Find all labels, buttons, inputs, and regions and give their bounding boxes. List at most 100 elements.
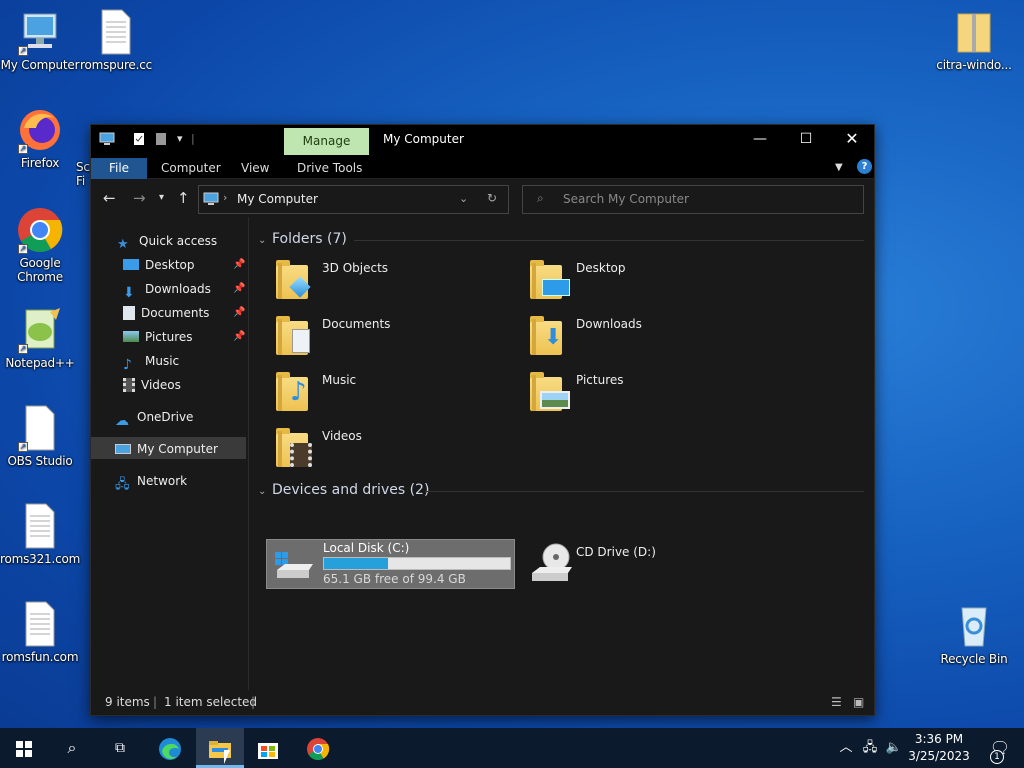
notification-count-badge: 1 [990, 750, 1004, 764]
desktop-icon-label: roms321.com [0, 552, 81, 566]
desktop-icon-recycle-bin[interactable]: Recycle Bin [934, 602, 1014, 666]
chevron-down-icon[interactable]: ⌄ [459, 192, 468, 205]
refresh-icon[interactable]: ↻ [487, 191, 497, 205]
desktop-icon-label: romspure.cc [79, 58, 153, 72]
folder-downloads[interactable]: ⬇ Downloads [522, 311, 762, 363]
customize-qat-icon[interactable]: ▾ [177, 132, 183, 148]
folder-music[interactable]: ♪ Music [268, 367, 508, 419]
folder-documents[interactable]: Documents [268, 311, 508, 363]
title-bar[interactable]: ▾ | Manage My Computer — ☐ ✕ [91, 125, 874, 155]
details-view-icon[interactable]: ☰ [831, 690, 842, 715]
folder-label: Desktop [576, 261, 626, 275]
address-bar[interactable]: › My Computer ⌄ ↻ [198, 185, 509, 214]
pin-icon[interactable]: 📌 [233, 331, 245, 342]
minimize-button[interactable]: — [737, 125, 783, 155]
text-file-icon [92, 8, 140, 56]
pin-icon[interactable]: 📌 [233, 259, 245, 270]
folders-group-header[interactable]: ⌄ Folders (7) [258, 231, 347, 247]
pin-icon[interactable]: 📌 [233, 283, 245, 294]
search-input[interactable]: ⌕ Search My Computer [522, 185, 864, 214]
window-title: My Computer [383, 132, 464, 146]
obs-icon: ↗ [16, 404, 64, 452]
folder-label: Videos [322, 429, 362, 443]
start-button[interactable] [0, 728, 48, 768]
search-icon[interactable]: ⌕ [48, 728, 96, 768]
ribbon-expand-icon[interactable]: ▼ [835, 158, 843, 179]
task-view-icon[interactable]: ⧉ [96, 728, 144, 768]
star-icon: ★ [117, 236, 129, 252]
desktop-icon-firefox[interactable]: ↗ Firefox [0, 106, 80, 170]
properties-icon[interactable] [133, 132, 145, 148]
devices-group-header[interactable]: ⌄ Devices and drives (2) [258, 482, 429, 498]
drive-cd-d[interactable]: CD Drive (D:) [522, 539, 762, 591]
sidebar-item-label: Music [145, 354, 180, 368]
desktop-icon-label: Firefox [20, 156, 60, 170]
desktop-icon-romsfun[interactable]: romsfun.com [0, 600, 80, 664]
help-icon[interactable]: ? [857, 159, 872, 174]
sidebar-item-label: Quick access [139, 234, 218, 248]
drive-free-space: 65.1 GB free of 99.4 GB [323, 572, 466, 586]
drive-local-disk-c[interactable]: Local Disk (C:) 65.1 GB free of 99.4 GB [266, 539, 515, 589]
sidebar-item-documents[interactable]: Documents [123, 302, 209, 324]
sidebar-item-desktop[interactable]: Desktop [123, 254, 195, 276]
folder-desktop[interactable]: Desktop [522, 255, 762, 307]
folder-3d-objects[interactable]: 3D Objects [268, 255, 508, 307]
recent-locations-icon[interactable]: ▾ [159, 192, 164, 203]
chrome-taskbar-icon[interactable] [294, 728, 342, 768]
sidebar-item-network[interactable]: 🖧 Network [115, 470, 187, 492]
cd-drive-icon [530, 541, 572, 585]
notepadpp-icon: ↗ [16, 306, 64, 354]
desktop-icon-chrome[interactable]: ↗ Google Chrome [0, 206, 80, 284]
film-icon [123, 377, 135, 392]
forward-icon[interactable]: → [133, 189, 146, 207]
sidebar-item-downloads[interactable]: ⬇ Downloads [123, 278, 211, 301]
desktop-icon-roms321[interactable]: roms321.com [0, 502, 80, 566]
new-folder-icon[interactable] [155, 132, 167, 148]
tab-file[interactable]: File [91, 158, 147, 179]
chevron-down-icon: ⌄ [258, 486, 267, 497]
computer-icon[interactable] [99, 132, 115, 148]
edge-icon[interactable] [146, 728, 194, 768]
desktop-icon-romspure[interactable]: romspure.cc [76, 8, 156, 72]
volume-icon[interactable]: 🔈 [882, 728, 906, 768]
desktop-icon-citra[interactable]: citra-windo... [934, 8, 1014, 72]
desktop-icon-obs[interactable]: ↗ OBS Studio [0, 404, 80, 468]
address-row: ← → ▾ ↑ › My Computer ⌄ ↻ ⌕ Search My Co… [91, 179, 874, 217]
computer-icon [115, 443, 131, 454]
network-icon: 🖧 [115, 476, 130, 492]
search-icon: ⌕ [537, 191, 544, 205]
clock[interactable]: 3:36 PM 3/25/2023 [906, 731, 972, 765]
close-button[interactable]: ✕ [829, 125, 875, 155]
network-tray-icon[interactable]: 🖧 [858, 728, 882, 768]
file-explorer-window[interactable]: ▾ | Manage My Computer — ☐ ✕ File Comput… [90, 124, 875, 716]
sidebar-item-music[interactable]: ♪ Music [123, 350, 180, 373]
chrome-icon: ↗ [16, 206, 64, 254]
pin-icon[interactable]: 📌 [233, 307, 245, 318]
folder-pictures[interactable]: Pictures [522, 367, 762, 419]
tab-computer[interactable]: Computer [161, 158, 221, 179]
breadcrumb[interactable]: My Computer [237, 192, 318, 206]
desktop-icon-notepadpp[interactable]: ↗ Notepad++ [0, 306, 80, 370]
maximize-button[interactable]: ☐ [783, 125, 829, 155]
sidebar-item-pictures[interactable]: Pictures [123, 326, 193, 348]
store-icon[interactable] [244, 728, 292, 768]
folder-videos[interactable]: Videos [268, 423, 508, 475]
tab-view[interactable]: View [241, 158, 269, 179]
up-icon[interactable]: ↑ [177, 189, 190, 207]
folder-label: 3D Objects [322, 261, 389, 275]
drive-usage-bar [323, 557, 511, 570]
sidebar-item-onedrive[interactable]: ☁ OneDrive [115, 406, 193, 429]
breadcrumb-chevron-icon: › [223, 191, 228, 204]
drive-label: CD Drive (D:) [576, 545, 656, 559]
back-icon[interactable]: ← [103, 189, 116, 207]
tab-manage[interactable]: Manage [284, 128, 369, 155]
sidebar-item-quick-access[interactable]: ★ Quick access [117, 230, 217, 252]
clock-time: 3:36 PM [914, 732, 964, 746]
large-icons-view-icon[interactable]: ▣ [853, 690, 864, 715]
file-explorer-taskbar-icon[interactable] [196, 728, 244, 768]
tab-drive-tools[interactable]: Drive Tools [297, 158, 362, 179]
show-hidden-icons-icon[interactable]: ︿ [834, 728, 858, 768]
desktop-icon-my-computer[interactable]: ↗ My Computer [0, 8, 80, 72]
sidebar-item-my-computer[interactable]: My Computer [115, 438, 218, 460]
sidebar-item-videos[interactable]: Videos [123, 374, 181, 396]
